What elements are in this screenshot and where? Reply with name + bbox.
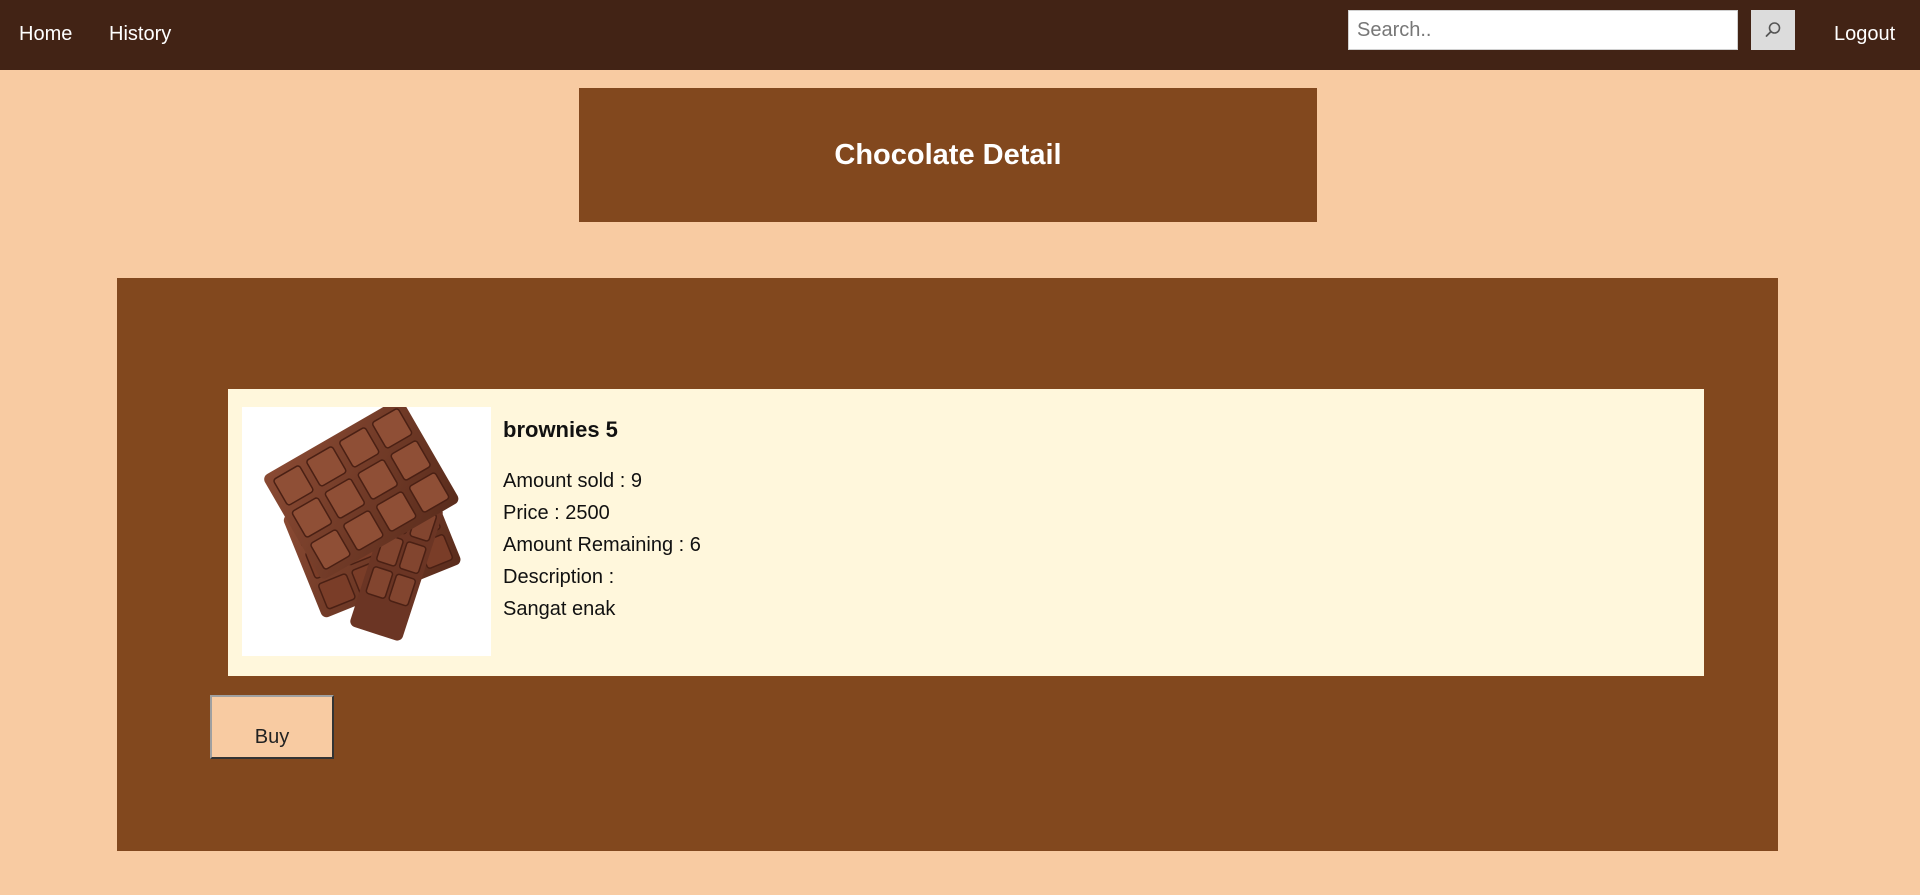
navbar: Home History Logout xyxy=(0,0,1920,70)
nav-home-link[interactable]: Home xyxy=(19,23,72,46)
amount-sold: Amount sold : 9 xyxy=(503,470,642,492)
detail-panel: brownies 5 Amount sold : 9 Price : 2500 … xyxy=(117,278,1778,851)
product-image xyxy=(242,407,491,656)
search-icon xyxy=(1765,22,1781,37)
product-info: brownies 5 Amount sold : 9 Price : 2500 … xyxy=(503,417,701,625)
search-button[interactable] xyxy=(1751,10,1795,50)
product-name: brownies 5 xyxy=(503,417,618,442)
price: Price : 2500 xyxy=(503,502,610,524)
chocolate-bar-image xyxy=(242,407,491,656)
buy-button[interactable]: Buy xyxy=(210,695,334,759)
search-input[interactable] xyxy=(1348,10,1738,50)
description-label: Description : xyxy=(503,566,615,588)
description-text: Sangat enak xyxy=(503,598,616,620)
page-title-banner: Chocolate Detail xyxy=(579,88,1317,222)
nav-history-link[interactable]: History xyxy=(109,23,171,46)
product-card: brownies 5 Amount sold : 9 Price : 2500 … xyxy=(228,389,1704,676)
page-title: Chocolate Detail xyxy=(834,138,1062,171)
amount-remaining: Amount Remaining : 6 xyxy=(503,534,701,556)
logout-link[interactable]: Logout xyxy=(1834,23,1895,46)
